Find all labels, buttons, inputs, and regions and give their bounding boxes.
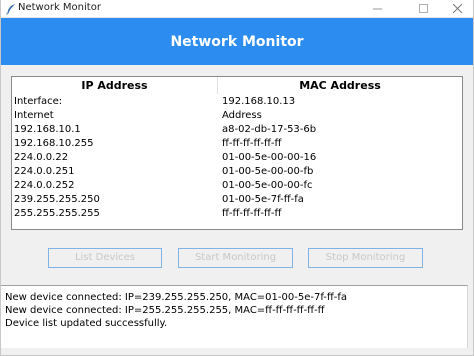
close-icon <box>453 4 463 14</box>
mac-cell: ff-ff-ff-ff-ff-ff <box>222 138 282 149</box>
ip-cell: Interface: <box>14 96 63 107</box>
mac-cell: ff-ff-ff-ff-ff-ff <box>222 208 282 219</box>
window-title: Network Monitor <box>18 2 101 13</box>
mac-cell: a8-02-db-17-53-6b <box>222 124 317 135</box>
ip-cell: 224.0.0.251 <box>14 166 75 177</box>
table-row[interactable]: Internet Address <box>12 109 462 123</box>
ip-cell: 239.255.255.250 <box>14 194 100 205</box>
table-row[interactable]: 224.0.0.22 01-00-5e-00-00-16 <box>12 151 462 165</box>
minimize-button[interactable] <box>363 0 393 17</box>
ip-cell: 255.255.255.255 <box>14 208 100 219</box>
ip-cell: 192.168.10.1 <box>14 124 81 135</box>
maximize-icon <box>419 4 428 13</box>
mac-cell: 01-00-5e-00-00-fc <box>222 180 313 191</box>
log-line: Device list updated successfully. <box>5 318 168 329</box>
ip-cell: Internet <box>14 110 54 121</box>
stop-monitoring-button[interactable]: Stop Monitoring <box>308 248 423 268</box>
log-line: New device connected: IP=255.255.255.255… <box>5 305 325 316</box>
title-bar[interactable]: Network Monitor <box>1 0 473 18</box>
mac-cell: Address <box>222 110 262 121</box>
mac-cell: 192.168.10.13 <box>222 96 296 107</box>
ip-cell: 224.0.0.252 <box>14 180 75 191</box>
table-row[interactable]: 255.255.255.255 ff-ff-ff-ff-ff-ff <box>12 207 462 221</box>
column-header-mac[interactable]: MAC Address <box>218 77 462 93</box>
list-devices-button[interactable]: List Devices <box>48 248 162 268</box>
table-row[interactable]: 192.168.10.255 ff-ff-ff-ff-ff-ff <box>12 137 462 151</box>
table-row[interactable]: 224.0.0.251 01-00-5e-00-00-fb <box>12 165 462 179</box>
log-line: New device connected: IP=239.255.255.250… <box>5 292 348 303</box>
ip-cell: 224.0.0.22 <box>14 152 69 163</box>
log-output[interactable]: New device connected: IP=239.255.255.250… <box>1 285 468 348</box>
table-row[interactable]: Interface: 192.168.10.13 <box>12 95 462 109</box>
table-row[interactable]: 192.168.10.1 a8-02-db-17-53-6b <box>12 123 462 137</box>
maximize-button[interactable] <box>409 0 439 17</box>
app-window: Network Monitor Network Monitor IP Addre… <box>0 0 474 356</box>
start-monitoring-button[interactable]: Start Monitoring <box>178 248 293 268</box>
table-row[interactable]: 224.0.0.252 01-00-5e-00-00-fc <box>12 179 462 193</box>
ip-cell: 192.168.10.255 <box>14 138 94 149</box>
column-header-ip[interactable]: IP Address <box>12 77 217 93</box>
mac-cell: 01-00-5e-00-00-fb <box>222 166 314 177</box>
feather-icon <box>5 2 17 15</box>
close-button[interactable] <box>443 0 473 17</box>
mac-cell: 01-00-5e-7f-ff-fa <box>222 194 304 205</box>
mac-cell: 01-00-5e-00-00-16 <box>222 152 317 163</box>
page-title: Network Monitor <box>170 34 304 50</box>
device-table[interactable]: IP Address MAC Address Interface: 192.16… <box>11 76 463 230</box>
table-row[interactable]: 239.255.255.250 01-00-5e-7f-ff-fa <box>12 193 462 207</box>
minimize-icon <box>373 8 382 10</box>
header-banner: Network Monitor <box>1 18 473 65</box>
